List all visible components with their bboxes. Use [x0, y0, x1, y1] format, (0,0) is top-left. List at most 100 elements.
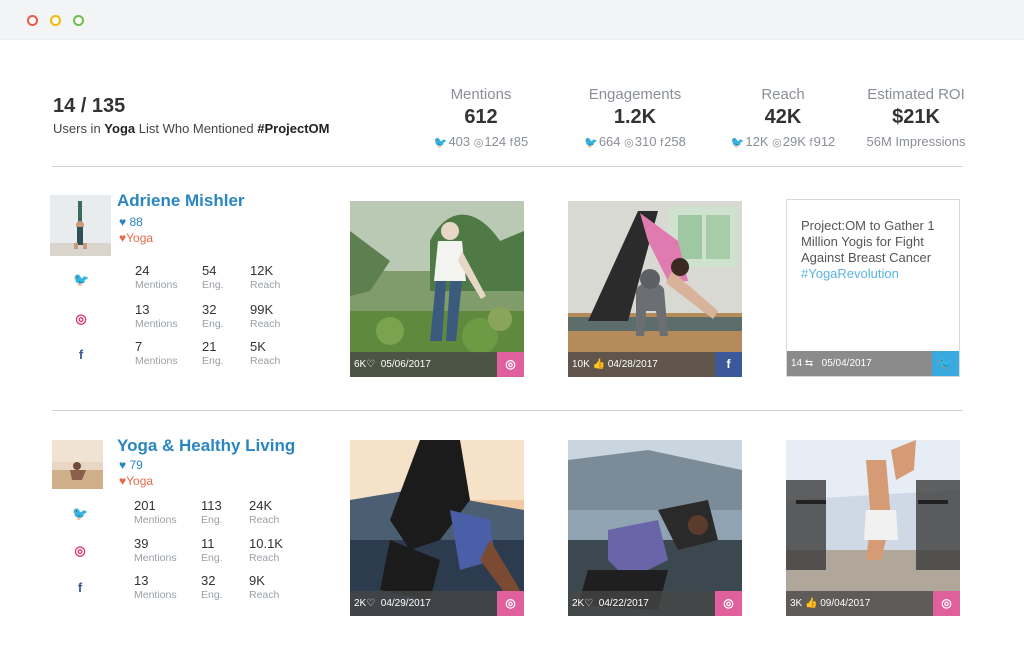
eng-cell: 11 Eng. [201, 536, 223, 564]
post-likes: 6K [354, 359, 367, 370]
eng-caption: Eng. [202, 355, 224, 367]
thumbs-up-icon: 👍 [802, 598, 818, 609]
facebook-icon: f [660, 137, 664, 149]
reach-value: 99K [250, 302, 274, 317]
post-image [568, 201, 742, 377]
mentions-caption: Mentions [135, 318, 178, 330]
stat-value: 612 [464, 106, 498, 128]
mentions-caption: Mentions [135, 279, 178, 291]
stat-facebook-value: 912 [813, 134, 836, 149]
twitter-icon[interactable]: 🐦 [72, 506, 88, 522]
post-image [786, 440, 960, 616]
instagram-icon[interactable]: ◎ [715, 591, 742, 616]
instagram-icon[interactable]: ◎ [497, 591, 524, 616]
post-likes: 3K [790, 598, 803, 609]
list-name: Yoga [126, 474, 154, 488]
instagram-icon[interactable]: ◎ [72, 543, 88, 559]
influencer-name[interactable]: Yoga & Healthy Living [117, 436, 295, 456]
eng-cell: 32 Eng. [202, 302, 224, 330]
score-value: 79 [129, 458, 143, 472]
heart-icon: ♡ [366, 359, 376, 370]
facebook-icon: f [809, 137, 813, 149]
reach-cell: 24K Reach [249, 498, 279, 526]
eng-cell: 32 Eng. [201, 573, 223, 601]
summary-description: Users in Yoga List Who Mentioned #Projec… [53, 121, 330, 136]
eng-cell: 21 Eng. [202, 339, 224, 367]
mentions-cell: 7 Mentions [135, 339, 178, 367]
mentions-value: 13 [134, 573, 149, 588]
eng-value: 21 [202, 339, 217, 354]
stat-twitter-value: 403 [448, 134, 471, 149]
stat-twitter-value: 12K [745, 134, 769, 149]
instagram-icon[interactable]: ◎ [497, 352, 524, 377]
tweet-card[interactable]: Project:OM to Gather 1 Million Yogis for… [786, 199, 960, 377]
tweet-body: Project:OM to Gather 1 Million Yogis for… [801, 218, 951, 282]
summary-prefix: Users in [53, 121, 105, 136]
post-card[interactable]: 2K♡ 04/22/2017 ◎ [568, 440, 742, 616]
window-titlebar [0, 0, 1024, 40]
post-card[interactable]: 10K 👍 04/28/2017 f [568, 201, 742, 377]
reach-cell: 5K Reach [250, 339, 280, 367]
influencer-name[interactable]: Adriene Mishler [117, 191, 245, 211]
mentions-cell: 201 Mentions [134, 498, 177, 526]
stat-mentions: Mentions 612 🐦403 ◎124 f85 [406, 86, 556, 149]
reach-value: 12K [250, 263, 274, 278]
summary-middle: List Who Mentioned [135, 121, 258, 136]
mentions-caption: Mentions [134, 514, 177, 526]
instagram-icon: ◎ [772, 137, 782, 149]
stat-instagram-value: 124 [484, 134, 507, 149]
eng-value: 32 [201, 573, 216, 588]
stat-roi: Estimated ROI $21K 56M Impressions [841, 86, 991, 149]
post-image [350, 440, 524, 616]
post-likes: 2K [572, 598, 585, 609]
stat-label: Engagements [588, 86, 682, 103]
twitter-icon[interactable]: 🐦 [73, 272, 89, 288]
stat-label: Reach [761, 86, 805, 103]
maximize-window-button[interactable] [73, 15, 84, 26]
twitter-icon[interactable]: 🐦 [932, 351, 959, 376]
eng-cell: 54 Eng. [202, 263, 224, 291]
tweet-hashtag[interactable]: #YogaRevolution [801, 266, 899, 281]
close-window-button[interactable] [27, 15, 38, 26]
instagram-icon[interactable]: ◎ [933, 591, 960, 616]
reach-cell: 10.1K Reach [249, 536, 283, 564]
twitter-icon: 🐦 [730, 137, 745, 149]
facebook-icon[interactable]: f [72, 580, 88, 596]
reach-caption: Reach [249, 589, 280, 601]
mentions-caption: Mentions [134, 589, 177, 601]
reach-cell: 99K Reach [250, 302, 280, 330]
summary-list-name: Yoga [104, 121, 136, 136]
mentions-cell: 13 Mentions [135, 302, 178, 330]
post-retweets: 14 [791, 358, 803, 369]
reach-value: 10.1K [249, 536, 283, 551]
instagram-icon[interactable]: ◎ [73, 311, 89, 327]
stat-value: 1.2K [613, 106, 657, 128]
instagram-icon: ◎ [473, 137, 484, 149]
facebook-icon[interactable]: f [715, 352, 742, 377]
eng-value: 11 [201, 536, 215, 551]
reach-value: 9K [249, 573, 265, 588]
eng-caption: Eng. [202, 279, 224, 291]
facebook-icon[interactable]: f [73, 347, 89, 363]
post-image [568, 440, 742, 616]
divider [52, 410, 963, 411]
stat-impressions: 56M Impressions [866, 134, 966, 149]
summary-hashtag: #ProjectOM [257, 121, 330, 136]
stat-facebook-value: 258 [664, 134, 686, 149]
mentions-cell: 13 Mentions [134, 573, 177, 601]
post-card[interactable]: 2K♡ 04/29/2017 ◎ [350, 440, 524, 616]
stat-label: Estimated ROI [867, 86, 965, 103]
avatar[interactable] [52, 440, 103, 489]
heart-icon: ♥ [119, 215, 127, 229]
reach-caption: Reach [250, 355, 281, 367]
twitter-icon: 🐦 [584, 137, 598, 149]
retweet-icon: ⇆ [802, 358, 814, 369]
reach-cell: 9K Reach [249, 573, 279, 601]
post-date: 05/06/2017 [380, 359, 431, 370]
avatar[interactable] [50, 195, 111, 256]
post-card[interactable]: 3K 👍 09/04/2017 ◎ [786, 440, 960, 616]
stat-breakdown: 🐦664 ◎310 f258 [560, 134, 710, 149]
post-card[interactable]: 6K♡ 05/06/2017 ◎ [350, 201, 524, 377]
minimize-window-button[interactable] [50, 15, 61, 26]
eng-caption: Eng. [201, 514, 223, 526]
